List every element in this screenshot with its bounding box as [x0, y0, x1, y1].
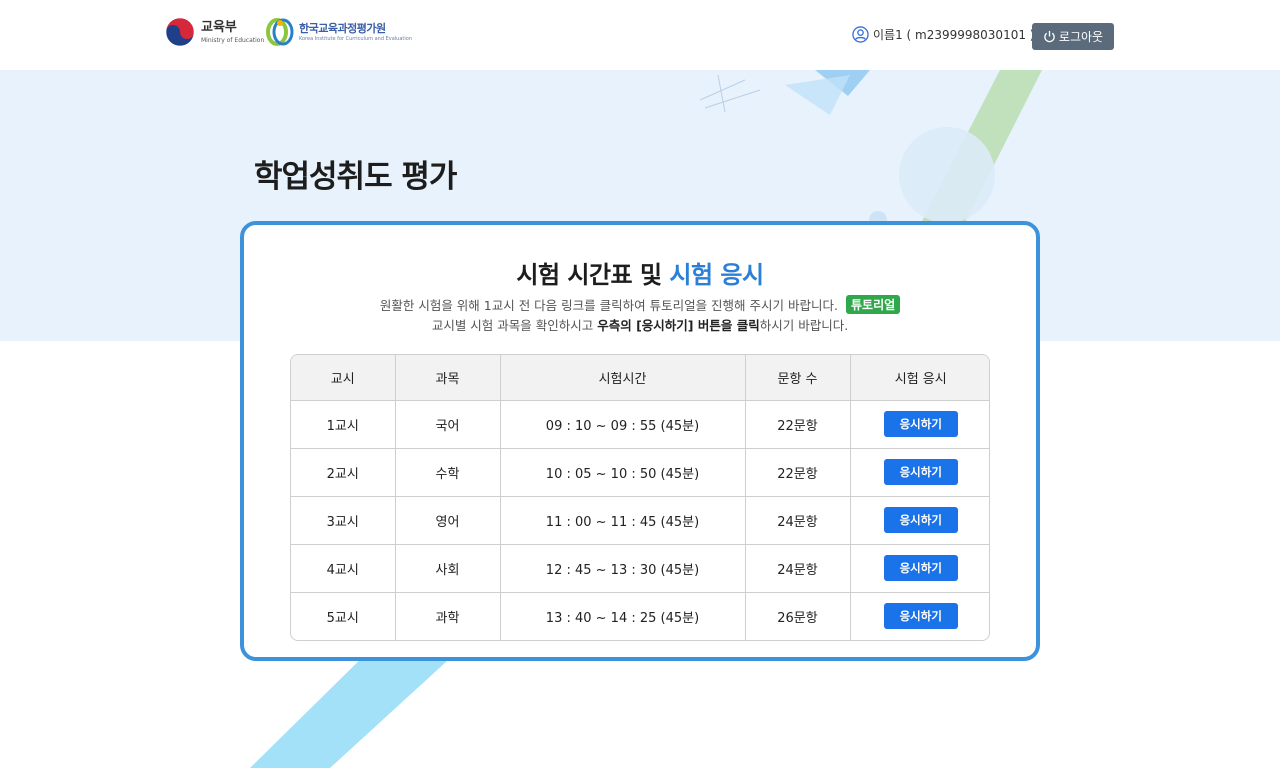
- period-cell: 4교시: [291, 544, 396, 593]
- count-cell: 26문항: [745, 592, 851, 640]
- period-cell: 1교시: [291, 400, 396, 449]
- count-cell: 22문항: [745, 448, 851, 497]
- power-icon: [1044, 30, 1055, 43]
- tutorial-instruction: 원활한 시험을 위해 1교시 전 다음 링크를 클릭하여 튜토리얼을 진행해 주…: [244, 295, 1036, 314]
- schedule-table-wrapper: 교시 과목 시험시간 문항 수 시험 응시 1교시 국어 09 : 10 ~ 0…: [290, 354, 990, 641]
- table-row: 4교시 사회 12 : 45 ~ 13 : 30 (45분) 24문항 응시하기: [291, 544, 989, 593]
- time-cell: 12 : 45 ~ 13 : 30 (45분): [500, 544, 746, 593]
- apply-cell: 응시하기: [850, 496, 989, 545]
- period-cell: 2교시: [291, 448, 396, 497]
- apply-button[interactable]: 응시하기: [883, 555, 958, 581]
- table-header-row: 교시 과목 시험시간 문항 수 시험 응시: [291, 355, 989, 401]
- user-info: 이름1 ( m2399998030101 ): [852, 26, 1034, 43]
- moe-subtitle: Ministry of Education: [201, 36, 265, 44]
- subject-cell: 사회: [395, 544, 501, 593]
- apply-button[interactable]: 응시하기: [883, 507, 958, 533]
- header: 교육부 Ministry of Education 한국교육과정평가원 Kore…: [0, 0, 1280, 70]
- tutorial-link-button[interactable]: 튜토리얼: [845, 295, 901, 314]
- card-title: 시험 시간표 및 시험 응시: [244, 255, 1036, 290]
- apply-cell: 응시하기: [850, 592, 989, 640]
- apply-instruction-bold: 우측의 [응시하기] 버튼을 클릭: [597, 318, 760, 333]
- header-question-count: 문항 수: [745, 355, 851, 401]
- kice-name: 한국교육과정평가원: [299, 21, 386, 35]
- count-cell: 24문항: [745, 544, 851, 593]
- table-row: 3교시 영어 11 : 00 ~ 11 : 45 (45분) 24문항 응시하기: [291, 496, 989, 545]
- kice-logo[interactable]: 한국교육과정평가원 Korea Institute for Curriculum…: [265, 17, 412, 47]
- table-row: 1교시 국어 09 : 10 ~ 09 : 55 (45분) 22문항 응시하기: [291, 400, 989, 449]
- subject-cell: 수학: [395, 448, 501, 497]
- logout-label: 로그아웃: [1058, 30, 1104, 44]
- time-cell: 11 : 00 ~ 11 : 45 (45분): [500, 496, 746, 545]
- exam-schedule-card: 시험 시간표 및 시험 응시 원활한 시험을 위해 1교시 전 다음 링크를 클…: [240, 221, 1040, 661]
- time-cell: 09 : 10 ~ 09 : 55 (45분): [500, 400, 746, 449]
- user-label: 이름1 ( m2399998030101 ): [873, 28, 1035, 42]
- count-cell: 22문항: [745, 400, 851, 449]
- moe-name: 교육부: [201, 19, 237, 35]
- period-cell: 5교시: [291, 592, 396, 640]
- apply-button[interactable]: 응시하기: [883, 603, 958, 630]
- apply-instruction-pre: 교시별 시험 과목을 확인하시고: [431, 318, 598, 333]
- taeguk-emblem-icon: [165, 17, 195, 47]
- apply-cell: 응시하기: [850, 544, 989, 593]
- period-cell: 3교시: [291, 496, 396, 545]
- subject-cell: 영어: [395, 496, 501, 545]
- user-circle-icon: [852, 26, 869, 43]
- tutorial-instruction-text: 원활한 시험을 위해 1교시 전 다음 링크를 클릭하여 튜토리얼을 진행해 주…: [379, 298, 838, 313]
- header-subject: 과목: [395, 355, 501, 401]
- page-title: 학업성취도 평가: [254, 159, 457, 195]
- apply-button[interactable]: 응시하기: [883, 459, 958, 485]
- logout-button[interactable]: 로그아웃: [1032, 23, 1114, 50]
- card-title-accent: 시험 응시: [669, 261, 764, 289]
- schedule-table: 교시 과목 시험시간 문항 수 시험 응시 1교시 국어 09 : 10 ~ 0…: [291, 355, 989, 640]
- header-exam-time: 시험시간: [500, 355, 746, 401]
- moe-logo[interactable]: 교육부 Ministry of Education: [165, 17, 264, 47]
- subject-cell: 국어: [395, 400, 501, 449]
- table-row: 2교시 수학 10 : 05 ~ 10 : 50 (45분) 22문항 응시하기: [291, 448, 989, 497]
- time-cell: 13 : 40 ~ 14 : 25 (45분): [500, 592, 746, 640]
- subject-cell: 과학: [395, 592, 501, 640]
- kice-emblem-icon: [266, 18, 294, 46]
- header-apply: 시험 응시: [850, 355, 989, 401]
- apply-button[interactable]: 응시하기: [883, 411, 958, 437]
- apply-instruction: 교시별 시험 과목을 확인하시고 우측의 [응시하기] 버튼을 클릭하시기 바랍…: [244, 315, 1036, 334]
- count-cell: 24문항: [745, 496, 851, 545]
- apply-cell: 응시하기: [850, 400, 989, 449]
- table-row: 5교시 과학 13 : 40 ~ 14 : 25 (45분) 26문항 응시하기: [291, 592, 989, 640]
- apply-cell: 응시하기: [850, 448, 989, 497]
- time-cell: 10 : 05 ~ 10 : 50 (45분): [500, 448, 746, 497]
- header-period: 교시: [291, 355, 396, 401]
- apply-instruction-post: 하시기 바랍니다.: [759, 318, 849, 333]
- kice-subtitle: Korea Institute for Curriculum and Evalu…: [299, 35, 412, 42]
- card-title-plain: 시험 시간표 및: [516, 261, 670, 289]
